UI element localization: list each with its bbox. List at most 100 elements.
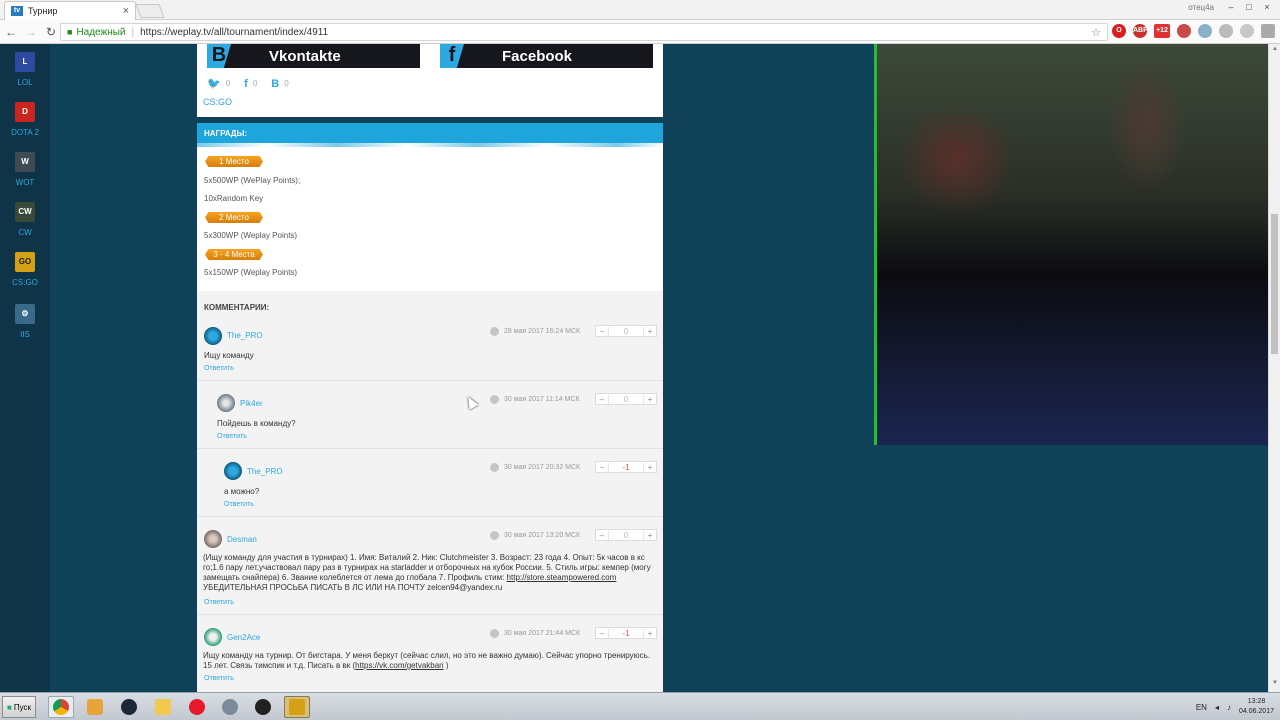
- reply-link[interactable]: Ответить: [217, 433, 247, 440]
- comment-date: 30 мая 2017 20:32 МСК: [490, 463, 580, 472]
- browser-tabstrip: tv Турнир × отец4а – □ ×: [0, 0, 1280, 20]
- vkontakte-share-button[interactable]: B Vkontakte: [207, 44, 420, 68]
- start-label: Пуск: [13, 702, 31, 712]
- comment-author[interactable]: The_PRO: [247, 467, 283, 476]
- vote-up-button[interactable]: +: [644, 531, 656, 540]
- vote-up-button[interactable]: +: [644, 463, 656, 472]
- vote-control: – -1 +: [595, 461, 657, 473]
- ext-icon-6[interactable]: [1219, 24, 1233, 38]
- badge-ext-icon[interactable]: +12: [1154, 24, 1170, 38]
- vk-profile-link[interactable]: https://vk.com/getvakban: [355, 661, 444, 670]
- media-taskbar-icon[interactable]: [82, 696, 108, 718]
- game-tag-link[interactable]: CS:GO: [203, 97, 232, 107]
- csgo-taskbar-icon[interactable]: [284, 696, 310, 718]
- comments-heading: КОММЕНТАРИИ:: [204, 303, 270, 312]
- steam-taskbar-icon[interactable]: [116, 696, 142, 718]
- scrollbar-thumb[interactable]: [1271, 214, 1278, 354]
- comment-author[interactable]: The_PRO: [227, 331, 263, 340]
- sidebar-item-csgo[interactable]: GO CS:GO: [0, 252, 50, 287]
- window-controls: отец4а – □ ×: [1188, 2, 1274, 12]
- browser-tab[interactable]: tv Турнир ×: [4, 1, 136, 20]
- facebook-share-button[interactable]: f Facebook: [440, 44, 653, 68]
- vote-down-button[interactable]: –: [596, 463, 608, 472]
- vote-score: 0: [608, 394, 644, 404]
- comments-section: КОММЕНТАРИИ: The_PRO 28 мая 2017 16:24 М…: [197, 291, 663, 692]
- folder-taskbar-icon[interactable]: [150, 696, 176, 718]
- avatar[interactable]: [217, 394, 235, 412]
- games-sidebar: L LOL D DOTA 2 W WOT CW CW GO CS:GO ⚙ II…: [0, 44, 50, 692]
- profile-name[interactable]: отец4а: [1188, 3, 1214, 12]
- favicon-icon: tv: [11, 6, 23, 16]
- reply-link[interactable]: Ответить: [204, 365, 234, 372]
- vote-down-button[interactable]: –: [596, 395, 608, 404]
- adblock-ext-icon[interactable]: ABP: [1133, 24, 1148, 38]
- reply-link[interactable]: Ответить: [204, 599, 234, 606]
- sidebar-item-iis[interactable]: ⚙ IIS: [0, 304, 50, 339]
- comment-date: 30 мая 2017 13:20 МСК: [490, 531, 580, 540]
- bookmark-star-icon[interactable]: ☆: [1091, 26, 1101, 39]
- obs-taskbar-icon[interactable]: [250, 696, 276, 718]
- steam-link[interactable]: http://store.steampowered.com: [507, 573, 617, 582]
- opera-ext-icon[interactable]: O: [1112, 24, 1126, 38]
- maximize-icon[interactable]: □: [1242, 2, 1256, 12]
- clock-icon: [490, 395, 499, 404]
- new-tab-button[interactable]: [135, 4, 165, 18]
- facebook-icon: f: [244, 77, 248, 90]
- avatar[interactable]: [224, 462, 242, 480]
- vote-score: -1: [608, 628, 644, 638]
- reload-icon[interactable]: ↻: [42, 25, 60, 39]
- sidebar-item-cw[interactable]: CW CW: [0, 202, 50, 237]
- sidebar-item-lol[interactable]: L LOL: [0, 52, 50, 87]
- sidebar-item-label: WOT: [15, 178, 35, 187]
- comment-tail: УБЕДИТЕЛЬНАЯ ПРОСЬБА ПИСАТЬ В ЛС ИЛИ НА …: [203, 583, 503, 592]
- url-bar[interactable]: ■ Надежный | https://weplay.tv/all/tourn…: [60, 23, 1108, 41]
- facebook-share[interactable]: f0: [244, 78, 257, 90]
- page-scrollbar[interactable]: ▲ ▼: [1268, 44, 1280, 692]
- app-taskbar-icon[interactable]: [217, 696, 243, 718]
- vk-share[interactable]: B0: [271, 78, 288, 90]
- clock-icon: [490, 531, 499, 540]
- tray-arrow-icon[interactable]: ◂: [1215, 703, 1219, 712]
- comment-author[interactable]: Desman: [227, 535, 257, 544]
- ext-icon-4[interactable]: [1177, 24, 1191, 38]
- language-indicator[interactable]: EN: [1196, 703, 1207, 712]
- ext-icon-7[interactable]: [1240, 24, 1254, 38]
- reply-link[interactable]: Ответить: [224, 501, 254, 508]
- tab-close-icon[interactable]: ×: [123, 5, 129, 17]
- avatar[interactable]: [204, 628, 222, 646]
- minimize-icon[interactable]: –: [1224, 2, 1238, 12]
- close-window-icon[interactable]: ×: [1260, 2, 1274, 12]
- vote-down-button[interactable]: –: [596, 629, 608, 638]
- volume-icon[interactable]: ♪: [1227, 703, 1231, 712]
- scroll-up-icon[interactable]: ▲: [1269, 46, 1280, 56]
- system-clock[interactable]: 13:28 04.06.2017: [1239, 697, 1274, 717]
- vote-down-button[interactable]: –: [596, 327, 608, 336]
- start-button[interactable]: ■ Пуск: [2, 696, 36, 718]
- wot-icon: W: [15, 152, 35, 172]
- comment-author[interactable]: Pik4er: [240, 399, 263, 408]
- back-icon[interactable]: ←: [2, 25, 20, 39]
- sidebar-item-dota2[interactable]: D DOTA 2: [0, 102, 50, 137]
- sidebar-item-wot[interactable]: W WOT: [0, 152, 50, 187]
- vote-up-button[interactable]: +: [644, 395, 656, 404]
- url-text[interactable]: https://weplay.tv/all/tournament/index/4…: [140, 27, 328, 38]
- vk-logo-icon: B: [207, 44, 231, 68]
- vote-score: 0: [608, 326, 644, 336]
- ext-icon-8[interactable]: [1261, 24, 1275, 38]
- avatar[interactable]: [204, 327, 222, 345]
- twitter-share[interactable]: 🐦 0: [207, 77, 230, 90]
- ext-icon-5[interactable]: [1198, 24, 1212, 38]
- scroll-down-icon[interactable]: ▼: [1269, 680, 1280, 690]
- facebook-logo-icon: f: [440, 44, 464, 68]
- vote-down-button[interactable]: –: [596, 531, 608, 540]
- vote-up-button[interactable]: +: [644, 327, 656, 336]
- reply-link[interactable]: Ответить: [204, 675, 234, 682]
- comment-author[interactable]: Gen2Ace: [227, 633, 260, 642]
- comment: Desman 30 мая 2017 13:20 МСК –0 + (Ищу ко…: [197, 517, 663, 615]
- forward-icon[interactable]: →: [22, 25, 40, 39]
- vote-up-button[interactable]: +: [644, 629, 656, 638]
- opera-taskbar-icon[interactable]: [184, 696, 210, 718]
- avatar[interactable]: [204, 530, 222, 548]
- chrome-taskbar-icon[interactable]: [48, 696, 74, 718]
- stream-video[interactable]: [874, 44, 1268, 445]
